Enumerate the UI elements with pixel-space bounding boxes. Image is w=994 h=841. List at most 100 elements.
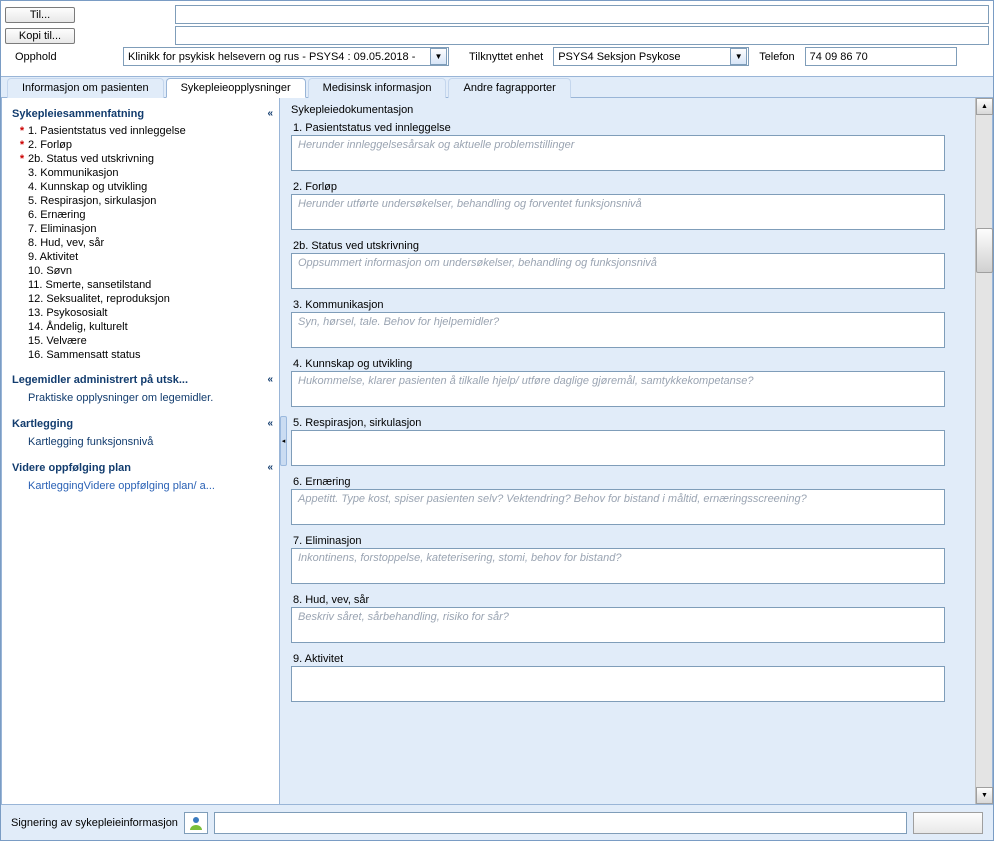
sidebar-item[interactable]: *2b. Status ved utskrivning: [10, 152, 275, 166]
sidebar-item[interactable]: 8. Hud, vev, sår: [10, 236, 275, 250]
scroll-down-arrow[interactable]: ▼: [976, 787, 993, 804]
sidebar-item[interactable]: 15. Velvære: [10, 334, 275, 348]
form-section: 6. ErnæringAppetitt. Type kost, spiser p…: [291, 476, 969, 525]
placeholder-text: Hukommelse, klarer pasienten å tilkalle …: [292, 372, 944, 390]
to-button[interactable]: Til...: [5, 7, 75, 23]
form-section: 5. Respirasjon, sirkulasjon: [291, 417, 969, 466]
sidebar-item[interactable]: 6. Ernæring: [10, 208, 275, 222]
sidebar-item[interactable]: 11. Smerte, sansetilstand: [10, 278, 275, 292]
sidebar-item[interactable]: 10. Søvn: [10, 264, 275, 278]
scroll-up-arrow[interactable]: ▲: [976, 98, 993, 115]
required-star-icon: *: [16, 125, 28, 137]
sidebar-item-kartlegging[interactable]: Kartlegging funksjonsnivå: [10, 434, 275, 450]
required-star-icon: *: [16, 139, 28, 151]
section-textarea[interactable]: Beskriv såret, sårbehandling, risiko for…: [291, 607, 945, 643]
vertical-scrollbar[interactable]: ▲ ▼: [975, 98, 992, 804]
section-textarea[interactable]: Herunder utførte undersøkelser, behandli…: [291, 194, 945, 230]
sidebar-item-label: 5. Respirasjon, sirkulasjon: [28, 195, 156, 207]
scroll-thumb[interactable]: [976, 228, 993, 273]
sign-bar: Signering av sykepleieinformasjon: [1, 804, 993, 840]
group-videre-header[interactable]: Videre oppfølging plan «: [10, 460, 275, 476]
enhet-select[interactable]: PSYS4 Seksjon Psykose ▼: [553, 47, 749, 66]
section-label: 7. Eliminasjon: [291, 535, 969, 548]
group-kartlegging-header[interactable]: Kartlegging «: [10, 416, 275, 432]
sign-user-icon[interactable]: [184, 812, 208, 834]
group-videre-label: Videre oppfølging plan: [12, 462, 131, 474]
sidebar-item[interactable]: 7. Eliminasjon: [10, 222, 275, 236]
sidebar-item-label: 6. Ernæring: [28, 209, 85, 221]
enhet-label: Tilknyttet enhet: [463, 51, 549, 63]
placeholder-text: Inkontinens, forstoppelse, kateteriserin…: [292, 549, 944, 567]
sidebar-item[interactable]: 16. Sammensatt status: [10, 348, 275, 362]
sidebar-item-label: 2. Forløp: [28, 139, 72, 151]
tab-andre[interactable]: Andre fagrapporter: [448, 78, 570, 98]
section-textarea[interactable]: Inkontinens, forstoppelse, kateteriserin…: [291, 548, 945, 584]
sidebar-item[interactable]: 9. Aktivitet: [10, 250, 275, 264]
section-label: 5. Respirasjon, sirkulasjon: [291, 417, 969, 430]
section-textarea[interactable]: Hukommelse, klarer pasienten å tilkalle …: [291, 371, 945, 407]
tab-sykepleie[interactable]: Sykepleieopplysninger: [166, 78, 306, 98]
sidebar-item-legemidler[interactable]: Praktiske opplysninger om legemidler.: [10, 390, 275, 406]
sidebar: Sykepleiesammenfatning « *1. Pasientstat…: [2, 98, 280, 804]
telefon-label: Telefon: [753, 51, 800, 63]
section-textarea[interactable]: Oppsummert informasjon om undersøkelser,…: [291, 253, 945, 289]
opphold-value: Klinikk for psykisk helsevern og rus - P…: [124, 51, 419, 63]
sidebar-item[interactable]: 13. Psykososialt: [10, 306, 275, 320]
collapse-icon: «: [267, 374, 273, 386]
form-section: 7. EliminasjonInkontinens, forstoppelse,…: [291, 535, 969, 584]
sidebar-item-label: 9. Aktivitet: [28, 251, 78, 263]
sidebar-item-label: 1. Pasientstatus ved innleggelse: [28, 125, 186, 137]
sidebar-item[interactable]: 12. Seksualitet, reproduksjon: [10, 292, 275, 306]
required-star-icon: *: [16, 153, 28, 165]
section-label: 2b. Status ved utskrivning: [291, 240, 969, 253]
dropdown-icon[interactable]: ▼: [430, 48, 447, 65]
placeholder-text: Oppsummert informasjon om undersøkelser,…: [292, 254, 944, 272]
group-kartlegging-label: Kartlegging: [12, 418, 73, 430]
collapse-icon: «: [267, 108, 273, 120]
section-label: 9. Aktivitet: [291, 653, 969, 666]
copy-to-field[interactable]: [175, 26, 989, 45]
sidebar-item[interactable]: *1. Pasientstatus ved innleggelse: [10, 124, 275, 138]
telefon-field[interactable]: [805, 47, 957, 66]
copy-to-button[interactable]: Kopi til...: [5, 28, 75, 44]
group-legemidler-header[interactable]: Legemidler administrert på utsk... «: [10, 372, 275, 388]
sign-field[interactable]: [214, 812, 907, 834]
sidebar-item-label: 3. Kommunikasjon: [28, 167, 119, 179]
splitter[interactable]: ◂: [280, 98, 287, 804]
sidebar-item[interactable]: 5. Respirasjon, sirkulasjon: [10, 194, 275, 208]
section-label: 4. Kunnskap og utvikling: [291, 358, 969, 371]
collapse-icon: «: [267, 418, 273, 430]
form-section: 2. ForløpHerunder utførte undersøkelser,…: [291, 181, 969, 230]
sign-submit-button[interactable]: [913, 812, 983, 834]
dropdown-icon[interactable]: ▼: [730, 48, 747, 65]
header-area: Til... Kopi til... Opphold Klinikk for p…: [1, 1, 993, 70]
sidebar-item[interactable]: 4. Kunnskap og utvikling: [10, 180, 275, 194]
group-legemidler-label: Legemidler administrert på utsk...: [12, 374, 188, 386]
sidebar-item-label: 4. Kunnskap og utvikling: [28, 181, 147, 193]
splitter-collapse-icon[interactable]: ◂: [280, 416, 287, 466]
section-textarea[interactable]: Syn, hørsel, tale. Behov for hjelpemidle…: [291, 312, 945, 348]
form-section: 4. Kunnskap og utviklingHukommelse, klar…: [291, 358, 969, 407]
section-textarea[interactable]: Herunder innleggelsesårsak og aktuelle p…: [291, 135, 945, 171]
sidebar-item[interactable]: 14. Åndelig, kulturelt: [10, 320, 275, 334]
tab-info-pasient[interactable]: Informasjon om pasienten: [7, 78, 164, 98]
sidebar-item-label: 8. Hud, vev, sår: [28, 237, 104, 249]
placeholder-text: Herunder innleggelsesårsak og aktuelle p…: [292, 136, 944, 154]
placeholder-text: Herunder utførte undersøkelser, behandli…: [292, 195, 944, 213]
tab-medisinsk[interactable]: Medisinsk informasjon: [308, 78, 447, 98]
opphold-select[interactable]: Klinikk for psykisk helsevern og rus - P…: [123, 47, 449, 66]
sidebar-item[interactable]: *2. Forløp: [10, 138, 275, 152]
sidebar-item[interactable]: 3. Kommunikasjon: [10, 166, 275, 180]
to-field[interactable]: [175, 5, 989, 24]
section-textarea[interactable]: [291, 666, 945, 702]
section-textarea[interactable]: [291, 430, 945, 466]
sidebar-item-videre[interactable]: KartleggingVidere oppfølging plan/ a...: [10, 478, 250, 494]
placeholder-text: Syn, hørsel, tale. Behov for hjelpemidle…: [292, 313, 944, 331]
group-sykepleie-label: Sykepleiesammenfatning: [12, 108, 144, 120]
sidebar-item-label: 12. Seksualitet, reproduksjon: [28, 293, 170, 305]
app-window: Til... Kopi til... Opphold Klinikk for p…: [0, 0, 994, 841]
placeholder-text: Beskriv såret, sårbehandling, risiko for…: [292, 608, 944, 626]
section-label: 1. Pasientstatus ved innleggelse: [291, 122, 969, 135]
section-textarea[interactable]: Appetitt. Type kost, spiser pasienten se…: [291, 489, 945, 525]
group-sykepleie-header[interactable]: Sykepleiesammenfatning «: [10, 106, 275, 122]
